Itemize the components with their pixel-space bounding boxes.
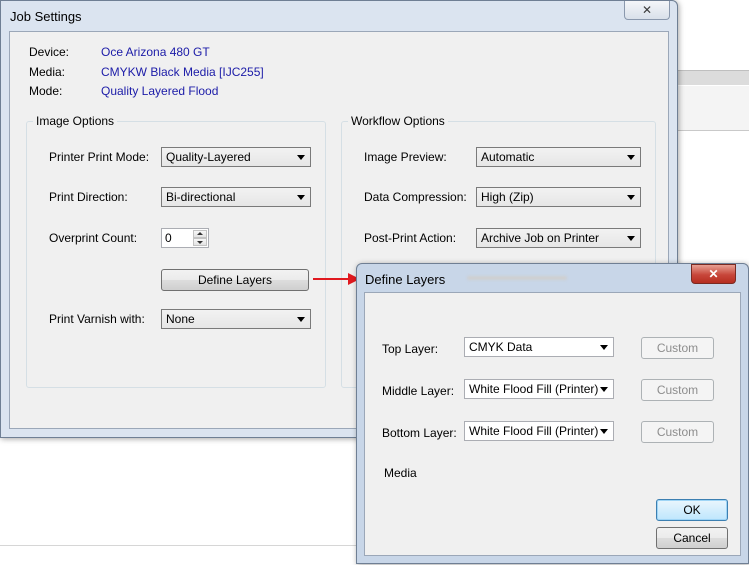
device-value: Oce Arizona 480 GT	[101, 45, 210, 59]
printer-print-mode-dropdown[interactable]: Quality-Layered	[161, 147, 311, 167]
background-panel	[676, 86, 749, 131]
device-label: Device:	[29, 45, 70, 59]
print-varnish-value: None	[166, 312, 195, 326]
post-print-action-label: Post-Print Action:	[364, 231, 457, 245]
ok-button[interactable]: OK	[656, 499, 728, 521]
define-layers-button[interactable]: Define Layers	[161, 269, 309, 291]
chevron-down-icon	[627, 195, 635, 200]
spin-up-button[interactable]	[193, 230, 207, 238]
media-label: Media	[384, 466, 417, 480]
chevron-down-icon	[297, 195, 305, 200]
top-layer-label: Top Layer:	[382, 342, 439, 356]
top-layer-custom-button[interactable]: Custom	[641, 337, 714, 359]
define-layers-window: Define Layers ✕ Top Layer: CMYK Data Cus…	[356, 263, 749, 564]
workflow-options-legend: Workflow Options	[351, 114, 445, 128]
post-print-action-dropdown[interactable]: Archive Job on Printer	[476, 228, 641, 248]
annotation-arrow-line	[313, 278, 349, 280]
define-layers-client: Top Layer: CMYK Data Custom Middle Layer…	[364, 292, 741, 556]
overprint-count-stepper[interactable]: 0	[161, 228, 209, 248]
bottom-layer-custom-button[interactable]: Custom	[641, 421, 714, 443]
printer-print-mode-value: Quality-Layered	[166, 150, 251, 164]
bottom-layer-dropdown[interactable]: White Flood Fill (Printer)	[464, 421, 614, 441]
job-settings-titlebar[interactable]: Job Settings ✕	[1, 1, 677, 31]
bottom-layer-value: White Flood Fill (Printer)	[469, 424, 599, 438]
background-divider	[0, 545, 360, 546]
media-label: Media:	[29, 65, 66, 79]
top-layer-value: CMYK Data	[469, 340, 533, 354]
chevron-down-icon	[600, 429, 608, 434]
overprint-count-value: 0	[165, 231, 172, 245]
mode-value: Quality Layered Flood	[101, 84, 219, 98]
middle-layer-dropdown[interactable]: White Flood Fill (Printer)	[464, 379, 614, 399]
print-varnish-label: Print Varnish with:	[49, 312, 145, 326]
chevron-down-icon	[600, 345, 608, 350]
window-title: Job Settings	[10, 9, 82, 24]
close-button[interactable]: ✕	[624, 1, 670, 20]
image-preview-dropdown[interactable]: Automatic	[476, 147, 641, 167]
spin-down-button[interactable]	[193, 238, 207, 246]
chevron-down-icon	[627, 236, 635, 241]
blurred-text	[467, 276, 567, 280]
define-layers-title: Define Layers	[365, 272, 446, 287]
middle-layer-label: Middle Layer:	[382, 384, 455, 398]
close-icon: ✕	[708, 267, 719, 281]
image-options-legend: Image Options	[36, 114, 115, 128]
data-compression-label: Data Compression:	[364, 190, 467, 204]
data-compression-value: High (Zip)	[481, 190, 534, 204]
background-toolbar-strip	[676, 70, 749, 85]
image-preview-label: Image Preview:	[364, 150, 447, 164]
chevron-down-icon	[297, 155, 305, 160]
middle-layer-custom-button[interactable]: Custom	[641, 379, 714, 401]
data-compression-dropdown[interactable]: High (Zip)	[476, 187, 641, 207]
define-layers-titlebar[interactable]: Define Layers ✕	[357, 264, 748, 294]
image-preview-value: Automatic	[481, 150, 535, 164]
media-value: CMYKW Black Media [IJC255]	[101, 65, 264, 79]
chevron-down-icon	[627, 155, 635, 160]
mode-label: Mode:	[29, 84, 63, 98]
close-icon: ✕	[641, 3, 653, 17]
cancel-button[interactable]: Cancel	[656, 527, 728, 549]
print-direction-value: Bi-directional	[166, 190, 236, 204]
print-direction-dropdown[interactable]: Bi-directional	[161, 187, 311, 207]
top-layer-dropdown[interactable]: CMYK Data	[464, 337, 614, 357]
post-print-action-value: Archive Job on Printer	[481, 231, 600, 245]
printer-print-mode-label: Printer Print Mode:	[49, 150, 150, 164]
print-varnish-dropdown[interactable]: None	[161, 309, 311, 329]
middle-layer-value: White Flood Fill (Printer)	[469, 382, 599, 396]
chevron-down-icon	[600, 387, 608, 392]
print-direction-label: Print Direction:	[49, 190, 128, 204]
bottom-layer-label: Bottom Layer:	[382, 426, 457, 440]
chevron-down-icon	[297, 317, 305, 322]
define-layers-close-button[interactable]: ✕	[691, 264, 736, 284]
overprint-count-label: Overprint Count:	[49, 231, 138, 245]
